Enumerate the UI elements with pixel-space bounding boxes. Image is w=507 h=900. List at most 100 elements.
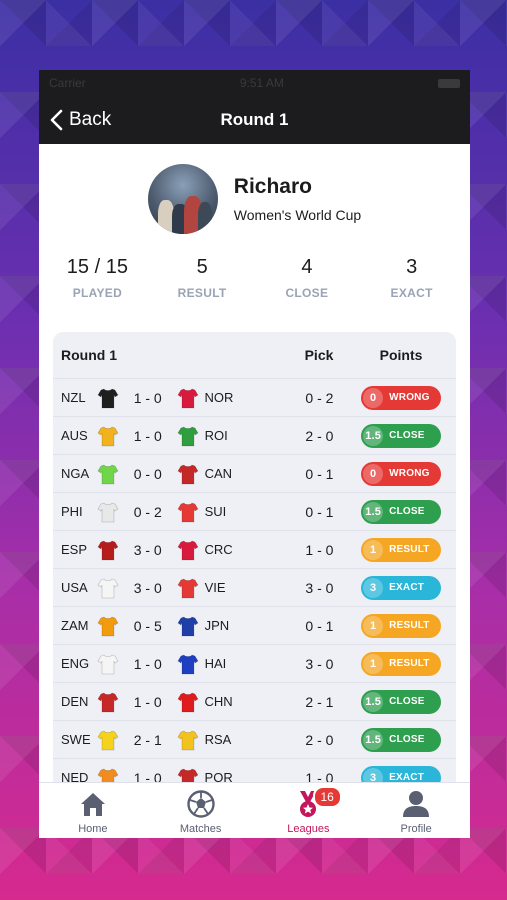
tab-label: Matches	[179, 823, 222, 835]
battery-icon	[437, 78, 460, 88]
match-score: 0 - 5	[133, 617, 162, 634]
avatar	[147, 164, 218, 234]
table-row[interactable]: SWE 2 - 1 RSA 2 - 0 1.5 CLOSE	[53, 720, 456, 758]
points-pill: 1 RESULT	[361, 613, 442, 638]
stat-label: PLAYED	[72, 286, 123, 300]
away-team: CHN	[204, 694, 233, 709]
stat-value: 15 / 15	[66, 256, 128, 278]
stat-label: CLOSE	[285, 286, 329, 300]
pick-score: 1 - 0	[305, 541, 334, 558]
table-row[interactable]: NZL 1 - 0 NOR 0 - 2 0 WRONG	[53, 378, 456, 416]
pick-score: 0 - 1	[305, 503, 334, 520]
table-row[interactable]: NGA 0 - 0 CAN 0 - 1 0 WRONG	[53, 454, 456, 492]
home-icon	[80, 793, 105, 816]
home-team: NGA	[61, 466, 90, 481]
points-value: 1	[363, 615, 384, 636]
tab-home[interactable]: Home	[39, 783, 147, 838]
table-row[interactable]: USA 3 - 0 VIE 3 - 0 3 EXACT	[53, 568, 456, 606]
predictions-table[interactable]: Round 1 Pick Points NZL 1 - 0 NOR 0 - 2 …	[53, 332, 456, 792]
match-score: 1 - 0	[133, 427, 162, 444]
tab-profile[interactable]: Profile	[362, 783, 470, 838]
away-team: HAI	[204, 656, 227, 671]
carrier-label: Carrier	[49, 76, 86, 90]
home-team: ZAM	[61, 618, 89, 633]
table-header: Round 1 Pick Points	[53, 332, 456, 378]
tab-label: Home	[78, 823, 108, 835]
points-value: 1.5	[363, 425, 384, 446]
points-label: RESULT	[389, 620, 430, 631]
points-value: 3	[363, 577, 384, 598]
points-pill: 0 WRONG	[361, 385, 442, 410]
stat-result: 5 RESULT	[152, 256, 252, 300]
home-team: ESP	[61, 542, 88, 557]
away-shirt-icon	[177, 464, 199, 484]
away-shirt-icon	[177, 692, 199, 712]
table-row[interactable]: ESP 3 - 0 CRC 1 - 0 1 RESULT	[53, 530, 456, 568]
points-label: WRONG	[389, 468, 430, 479]
points-cell: 1.5 CLOSE	[354, 727, 448, 752]
away-shirt-icon	[177, 730, 199, 750]
home-team: PHI	[61, 504, 83, 519]
points-label: EXACT	[389, 582, 425, 593]
table-row[interactable]: PHI 0 - 2 SUI 0 - 1 1.5 CLOSE	[53, 492, 456, 530]
table-row[interactable]: ZAM 0 - 5 JPN 0 - 1 1 RESULT	[53, 606, 456, 644]
points-label: CLOSE	[389, 734, 425, 745]
home-shirt-icon	[97, 388, 119, 408]
away-shirt-icon	[177, 540, 199, 560]
pick-score: 0 - 2	[305, 389, 334, 406]
points-value: 0	[363, 463, 384, 484]
points-cell: 0 WRONG	[354, 385, 448, 410]
back-button[interactable]: Back	[39, 109, 111, 131]
points-cell: 1.5 CLOSE	[354, 499, 448, 524]
table-row[interactable]: AUS 1 - 0 ROI 2 - 0 1.5 CLOSE	[53, 416, 456, 454]
points-cell: 1.5 CLOSE	[354, 689, 448, 714]
table-row[interactable]: DEN 1 - 0 CHN 2 - 1 1.5 CLOSE	[53, 682, 456, 720]
away-team: CRC	[204, 542, 233, 557]
home-team: SWE	[61, 732, 91, 747]
points-value: 1.5	[363, 501, 384, 522]
pick-score: 2 - 0	[305, 731, 334, 748]
header-round: Round 1	[61, 347, 117, 363]
tab-matches[interactable]: Matches	[147, 783, 255, 838]
soccer-ball-icon	[186, 790, 215, 818]
away-shirt-icon	[177, 654, 199, 674]
home-shirt-icon	[97, 654, 119, 674]
points-pill: 1 RESULT	[361, 651, 442, 676]
clock: 9:51 AM	[239, 76, 284, 90]
match-score: 1 - 0	[133, 389, 162, 406]
points-cell: 1.5 CLOSE	[354, 423, 448, 448]
stat-exact: 3 EXACT	[362, 256, 462, 300]
user-icon	[403, 791, 430, 817]
tab-label: Profile	[400, 823, 432, 835]
match-score: 0 - 0	[133, 465, 162, 482]
match-score: 2 - 1	[133, 731, 162, 748]
home-team: AUS	[61, 428, 88, 443]
stat-value: 3	[406, 256, 418, 278]
pick-score: 2 - 0	[305, 427, 334, 444]
home-shirt-icon	[97, 692, 119, 712]
points-value: 1	[363, 539, 384, 560]
home-team: NZL	[61, 390, 86, 405]
points-pill: 1.5 CLOSE	[361, 727, 442, 752]
table-row[interactable]: ENG 1 - 0 HAI 3 - 0 1 RESULT	[53, 644, 456, 682]
home-team: DEN	[61, 694, 89, 709]
away-team: CAN	[204, 466, 233, 481]
home-shirt-icon	[97, 578, 119, 598]
back-label: Back	[69, 109, 112, 130]
home-shirt-icon	[97, 426, 119, 446]
phone-screen: Carrier 9:51 AM Back Round 1 Richaro Wom…	[39, 70, 470, 838]
profile-header: Richaro Women's World Cup	[39, 144, 470, 236]
table-body: NZL 1 - 0 NOR 0 - 2 0 WRONG AUS 1 - 0 RO…	[53, 378, 456, 792]
match-score: 0 - 2	[133, 503, 162, 520]
status-bar: Carrier 9:51 AM	[39, 70, 470, 96]
points-cell: 1 RESULT	[354, 613, 448, 638]
pick-score: 0 - 1	[305, 617, 334, 634]
tab-leagues[interactable]: Leagues 16	[255, 783, 363, 838]
home-team: ENG	[61, 656, 90, 671]
league-name: Women's World Cup	[233, 207, 362, 223]
away-shirt-icon	[177, 502, 199, 522]
points-cell: 3 EXACT	[354, 575, 448, 600]
pick-score: 3 - 0	[305, 655, 334, 672]
pick-score: 3 - 0	[305, 579, 334, 596]
home-shirt-icon	[97, 540, 119, 560]
